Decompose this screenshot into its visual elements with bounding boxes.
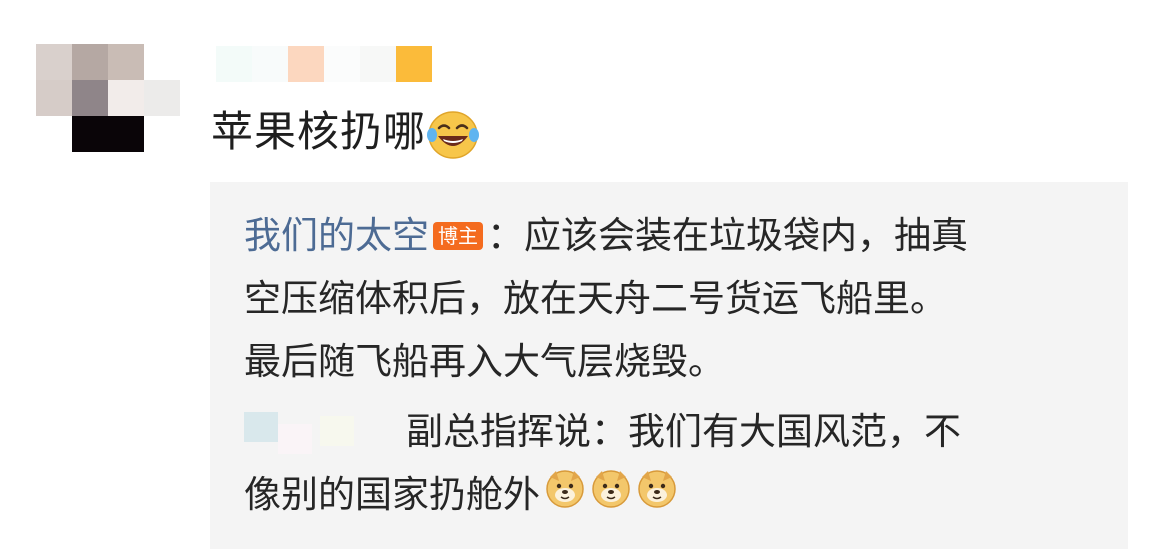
reply-box: 我们的太空 博主 ：应该会装在垃圾袋内，抽真 空压缩体积后，放在天舟二号货运飞船里。…: [210, 182, 1128, 549]
avatar-pixel: [108, 44, 144, 80]
username-pixel: [320, 415, 354, 446]
username-pixel: [396, 46, 432, 82]
username-pixel: [216, 46, 252, 82]
sub-reply-text-1: 副总指挥说：我们有大国风范，不: [406, 410, 961, 453]
reply-text-2: 空压缩体积后，放在天舟二号货运飞船里。: [244, 277, 947, 320]
username-pixel: [252, 46, 288, 82]
username-pixel: [324, 46, 360, 82]
sub-reply-author[interactable]: [244, 411, 384, 456]
doge-emoji-icon: [590, 465, 632, 528]
avatar-pixel: [72, 116, 144, 152]
avatar-pixel: [36, 80, 72, 116]
reply-text-3: 最后随飞船再入大气层烧毁。: [244, 340, 725, 383]
doge-emoji-icon: [544, 465, 586, 528]
doge-emoji-icon: [636, 465, 678, 528]
sub-reply-text-2: 像别的国家扔舱外: [244, 473, 540, 516]
reply-text-1: 应该会装在垃圾袋内，抽真: [524, 214, 968, 257]
sub-reply-line-1: 副总指挥说：我们有大国风范，不: [244, 400, 1104, 463]
username-pixel: [244, 411, 278, 442]
username-pixel: [288, 46, 324, 82]
avatar-pixel: [36, 44, 72, 80]
laughing-tears-emoji-icon: [426, 110, 480, 160]
sub-reply: 副总指挥说：我们有大国风范，不 像别的国家扔舱外: [244, 400, 1104, 528]
avatar-pixel: [108, 80, 144, 116]
avatar[interactable]: [36, 44, 180, 156]
commenter-username[interactable]: [216, 46, 456, 82]
sub-reply-line-2: 像别的国家扔舱外: [244, 463, 1104, 528]
reply-body: 我们的太空 博主 ：应该会装在垃圾袋内，抽真 空压缩体积后，放在天舟二号货运飞船里。…: [244, 204, 1094, 393]
blogger-badge: 博主: [433, 222, 483, 250]
username-pixel: [360, 46, 396, 82]
comment-body: 苹果核扔哪: [211, 107, 427, 156]
avatar-pixel: [72, 80, 108, 116]
reply-line-1: 我们的太空 博主 ：应该会装在垃圾袋内，抽真: [244, 204, 1094, 267]
avatar-pixel: [144, 80, 180, 116]
reply-author-link[interactable]: 我们的太空: [244, 214, 429, 257]
comment-text: 苹果核扔哪: [211, 104, 480, 160]
username-pixel: [278, 423, 312, 454]
avatar-pixel: [72, 44, 108, 80]
reply-separator: ：: [487, 214, 524, 257]
